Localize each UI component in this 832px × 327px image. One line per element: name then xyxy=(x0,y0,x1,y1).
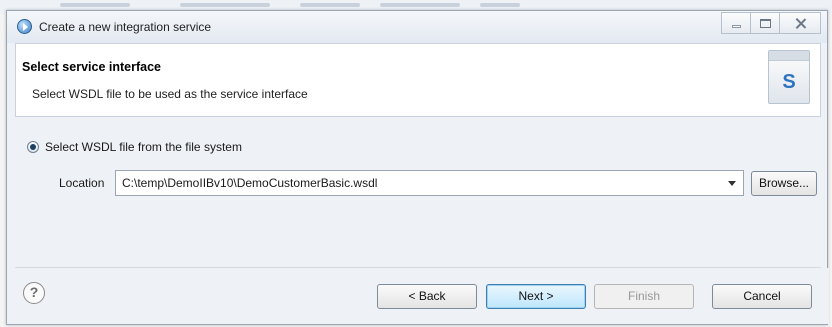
wizard-app-icon xyxy=(17,19,32,34)
help-icon[interactable]: ? xyxy=(23,282,45,304)
wizard-dialog: Create a new integration service Select … xyxy=(6,10,829,325)
wizard-body: Select WSDL file from the file system Lo… xyxy=(15,117,821,267)
page-description: Select WSDL file to be used as the servi… xyxy=(32,87,308,101)
minimize-button[interactable] xyxy=(721,12,751,34)
finish-button[interactable]: Finish xyxy=(594,284,694,309)
cancel-button[interactable]: Cancel xyxy=(712,284,812,309)
service-icon-letter: S xyxy=(782,71,796,93)
browse-button[interactable]: Browse... xyxy=(751,171,817,196)
wizard-header: Select service interface Select WSDL fil… xyxy=(15,43,821,117)
close-button[interactable] xyxy=(779,12,821,34)
location-value[interactable]: C:\temp\DemoIIBv10\DemoCustomerBasic.wsd… xyxy=(122,176,377,190)
window-title: Create a new integration service xyxy=(39,20,212,34)
location-combo[interactable]: C:\temp\DemoIIBv10\DemoCustomerBasic.wsd… xyxy=(115,170,744,196)
service-interface-icon: S xyxy=(768,50,810,104)
back-button[interactable]: < Back xyxy=(377,284,477,309)
file-system-radio-label: Select WSDL file from the file system xyxy=(45,140,242,154)
location-label: Location xyxy=(59,176,105,190)
maximize-button[interactable] xyxy=(750,12,780,34)
page-title: Select service interface xyxy=(22,60,161,74)
file-system-radio[interactable] xyxy=(27,141,39,153)
file-system-option[interactable]: Select WSDL file from the file system xyxy=(27,140,242,154)
window-controls xyxy=(721,12,821,34)
title-bar: Create a new integration service xyxy=(7,11,827,43)
service-icon-bar xyxy=(769,51,809,61)
wizard-footer: ? < Back Next > Finish Cancel xyxy=(7,268,829,324)
chevron-down-icon[interactable] xyxy=(728,181,736,186)
next-button[interactable]: Next > xyxy=(486,284,586,309)
